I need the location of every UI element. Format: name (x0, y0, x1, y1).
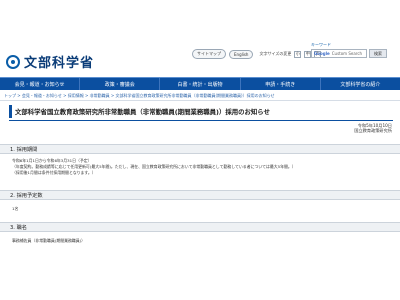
site-search: キーワード Google Custom Search 検索 (311, 42, 391, 58)
ministry-logo[interactable]: 文部科学省 (6, 52, 94, 71)
text-size-label: 文字サイズの変更 (259, 51, 292, 56)
search-placeholder: Custom Search (331, 51, 363, 56)
sitemap-link[interactable]: サイトマップ (192, 49, 226, 59)
issuer: 国立教育政策研究所 (354, 128, 392, 133)
title-divider (9, 120, 393, 121)
logo-text: 文部科学省 (24, 56, 95, 71)
breadcrumb-divider (0, 100, 400, 101)
nav-item-about[interactable]: 文部科学省の紹介 (321, 78, 400, 90)
search-input[interactable]: Google Custom Search (311, 49, 367, 58)
header-utility-links: サイトマップ English 文字サイズの変更 小 中 大 (192, 49, 322, 59)
nav-item-press[interactable]: 会見・報道・お知らせ (0, 78, 81, 90)
period-line-3: （採用後1月間は条件付採用期間となります。） (12, 170, 96, 175)
search-button[interactable]: 検索 (369, 49, 387, 58)
nav-item-publications[interactable]: 白書・統計・出版物 (160, 78, 241, 90)
page-title: 文部科学省国立教育政策研究所非常勤職員（非常勤職員(期間業務職員)）採用のお知ら… (9, 105, 393, 118)
site-header: 文部科学省 サイトマップ English 文字サイズの変更 小 中 大 キーワー… (0, 0, 400, 71)
global-nav: 会見・報道・お知らせ 政策・審議会 白書・統計・出版物 申請・手続き 文部科学省… (0, 77, 400, 90)
section-heading-title: 3. 職名 (0, 222, 400, 232)
section-heading-count: 2. 採用予定数 (0, 190, 400, 200)
job-title-value: 事務補佐員（非常勤職員(期間業務職員)） (12, 238, 86, 243)
breadcrumb[interactable]: トップ > 会見・報道・お知らせ > 採用情報 > 非常勤職員 > 文部科学省国… (4, 93, 275, 99)
google-brand-text: Google (314, 51, 330, 56)
ministry-emblem-icon (6, 54, 20, 69)
search-label: キーワード (311, 42, 331, 47)
english-link[interactable]: English (229, 49, 254, 59)
nav-item-applications[interactable]: 申請・手続き (241, 78, 321, 90)
text-size-small-button[interactable]: 小 (294, 50, 302, 58)
count-value: 1名 (12, 206, 19, 211)
nav-item-policy[interactable]: 政策・審議会 (80, 78, 161, 90)
section-heading-period: 1. 採用期間 (0, 144, 400, 154)
